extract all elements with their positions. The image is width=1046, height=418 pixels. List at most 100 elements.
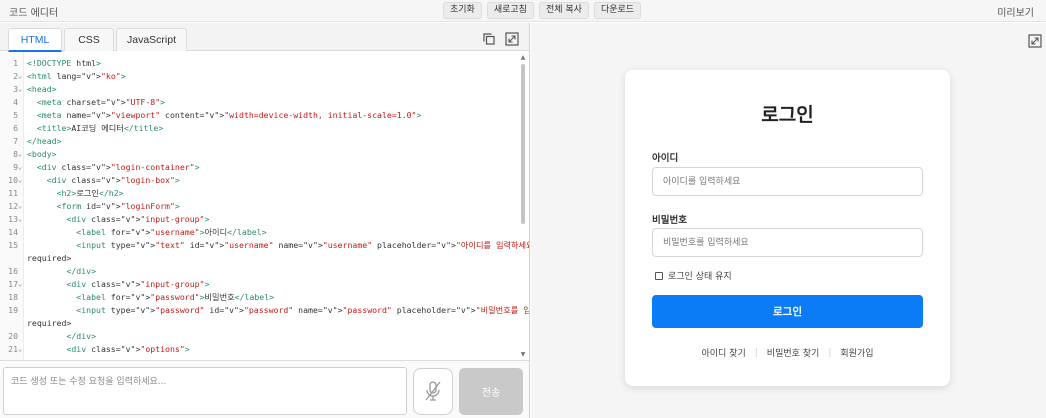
code-line[interactable]: 9 ⌄ <div class="v">"login-container"> [0, 161, 520, 174]
fold-chevron-icon[interactable]: ⌄ [18, 70, 24, 83]
remember-checkbox[interactable] [655, 271, 663, 280]
refresh-button[interactable]: 새로고침 [486, 2, 534, 19]
code-text: <div class="v">"options"> [66, 344, 190, 354]
code-text: <div class="v">"login-box"> [46, 175, 180, 185]
fold-chevron-icon[interactable]: ⌄ [18, 161, 24, 174]
username-label: 아이디 [652, 153, 679, 164]
fold-chevron-icon[interactable]: ⌄ [18, 343, 24, 356]
code-text: <label for="v">"password">비밀번호</label> [76, 292, 275, 302]
remember-me[interactable]: 로그인 상태 유지 [655, 269, 732, 282]
preview-title: 미리보기 [997, 8, 1034, 19]
fold-chevron-icon[interactable]: ⌄ [18, 83, 24, 96]
code-line[interactable]: 2 ⌄ <html lang="v">"ko"> [0, 70, 520, 83]
code-line[interactable]: 11 <h2>로그인</h2> [0, 187, 520, 200]
scroll-thumb[interactable] [521, 64, 525, 224]
code-line[interactable]: 7 </head> [0, 135, 520, 148]
remember-label: 로그인 상태 유지 [668, 272, 732, 282]
login-title: 로그인 [761, 104, 814, 126]
line-number: 9 [13, 162, 18, 172]
line-number: 6 [13, 123, 18, 133]
code-line[interactable]: 5 <meta name="v">"viewport" content="v">… [0, 109, 520, 122]
code-line[interactable]: 15 <input type="v">"text" id="v">"userna… [0, 239, 529, 252]
password-label: 비밀번호 [652, 215, 687, 226]
line-number: 19 [8, 305, 18, 315]
prompt-input[interactable] [3, 367, 407, 415]
login-links: 아이디 찾기 | 비밀번호 찾기 | 회원가입 [625, 346, 950, 360]
code-line[interactable]: 18 <label for="v">"password">비밀번호</label… [0, 291, 520, 304]
code-line[interactable]: 20 </div> [0, 330, 520, 343]
expand-icon[interactable] [505, 31, 519, 46]
code-text: </head> [27, 136, 62, 146]
code-text: <label for="v">"username">아이디</label> [76, 227, 267, 237]
line-number: 11 [8, 188, 18, 198]
line-number: 8 [13, 149, 18, 159]
code-text: <!DOCTYPE html> [27, 58, 101, 68]
code-line[interactable]: required> [0, 252, 520, 265]
login-button[interactable]: 로그인 [652, 295, 923, 328]
tab-javascript[interactable]: JavaScript [116, 28, 187, 51]
code-line[interactable]: 1 <!DOCTYPE html> [0, 57, 520, 70]
signup-link[interactable]: 회원가입 [840, 346, 873, 359]
code-line[interactable]: 17 ⌄ <div class="v">"input-group"> [0, 278, 520, 291]
username-input[interactable] [652, 167, 923, 196]
tab-html[interactable]: HTML [8, 28, 62, 52]
line-number: 1 [13, 58, 18, 68]
tab-css[interactable]: CSS [64, 28, 114, 51]
code-line[interactable]: required> [0, 317, 520, 330]
prompt-area: 전송 [0, 360, 529, 418]
app-title: 코드 에디터 [9, 8, 59, 19]
scroll-down-icon[interactable]: ▼ [519, 351, 527, 358]
scroll-up-icon[interactable]: ▲ [519, 54, 527, 61]
code-text: <meta charset="v">"UTF-8"> [36, 97, 166, 107]
password-input[interactable] [652, 228, 923, 257]
code-line[interactable]: 12 ⌄ <form id="v">"loginForm"> [0, 200, 520, 213]
code-text: <input type="v">"password" id="v">"passw… [76, 305, 529, 315]
line-number: 4 [13, 97, 18, 107]
code-line[interactable]: 3 ⌄ <head> [0, 83, 520, 96]
code-line[interactable]: 13 ⌄ <div class="v">"input-group"> [0, 213, 520, 226]
code-line[interactable]: 4 <meta charset="v">"UTF-8"> [0, 96, 520, 109]
code-text: <input type="v">"text" id="v">"username"… [76, 240, 529, 250]
code-line[interactable]: 10 ⌄ <div class="v">"login-box"> [0, 174, 520, 187]
line-number: 5 [13, 110, 18, 120]
fold-chevron-icon[interactable]: ⌄ [18, 148, 24, 161]
link-separator: | [754, 347, 758, 358]
code-editor-panel: HTML CSS JavaScript 1 <!DOCTYPE html> 2 ⌄ <h… [0, 23, 530, 418]
mic-button[interactable] [413, 368, 453, 415]
line-number: 14 [8, 227, 18, 237]
code-line[interactable]: 19 <input type="v">"password" id="v">"pa… [0, 304, 529, 317]
code-scrollbar[interactable]: ▲ ▼ [519, 52, 527, 360]
code-area[interactable]: 1 <!DOCTYPE html> 2 ⌄ <html lang="v">"ko"> 3 ⌄… [0, 52, 529, 360]
fold-chevron-icon[interactable]: ⌄ [18, 174, 24, 187]
code-text: </div> [66, 331, 97, 341]
code-text: <form id="v">"loginForm"> [56, 201, 180, 211]
copy-all-button[interactable]: 전체 복사 [538, 2, 589, 19]
reset-button[interactable]: 초기화 [443, 2, 482, 19]
fold-chevron-icon[interactable]: ⌄ [18, 200, 24, 213]
code-text: </div> [66, 266, 97, 276]
code-line[interactable]: 14 <label for="v">"username">아이디</label> [0, 226, 520, 239]
code-line[interactable]: 21 ⌄ <div class="v">"options"> [0, 343, 520, 356]
top-bar: 코드 에디터 초기화 새로고침 전체 복사 다운로드 미리보기 [0, 0, 1046, 22]
code-line[interactable]: 8 ⌄ <body> [0, 148, 520, 161]
line-number: 3 [13, 84, 18, 94]
copy-icon[interactable] [482, 31, 496, 45]
preview-panel: 로그인 아이디 비밀번호 로그인 상태 유지 로그인 아이디 찾기 | 비밀번호… [531, 23, 1046, 418]
line-number: 20 [8, 331, 18, 341]
fold-chevron-icon[interactable]: ⌄ [18, 213, 24, 226]
login-card: 로그인 아이디 비밀번호 로그인 상태 유지 로그인 아이디 찾기 | 비밀번호… [625, 70, 950, 386]
expand-preview-icon[interactable] [1028, 33, 1042, 48]
code-text: <html lang="v">"ko"> [27, 71, 126, 81]
code-text: <body> [27, 149, 57, 159]
code-text: <div class="v">"login-container"> [36, 162, 200, 172]
code-text: <title>AI코딩 에디터</title> [36, 123, 164, 133]
fold-chevron-icon[interactable]: ⌄ [18, 278, 24, 291]
find-id-link[interactable]: 아이디 찾기 [701, 346, 745, 359]
download-button[interactable]: 다운로드 [593, 2, 642, 19]
code-line[interactable]: 16 </div> [0, 265, 520, 278]
code-line[interactable]: 6 <title>AI코딩 에디터</title> [0, 122, 520, 135]
find-password-link[interactable]: 비밀번호 찾기 [767, 346, 820, 359]
send-button[interactable]: 전송 [459, 368, 523, 415]
line-number: 7 [13, 136, 18, 146]
line-number: 2 [13, 71, 18, 81]
